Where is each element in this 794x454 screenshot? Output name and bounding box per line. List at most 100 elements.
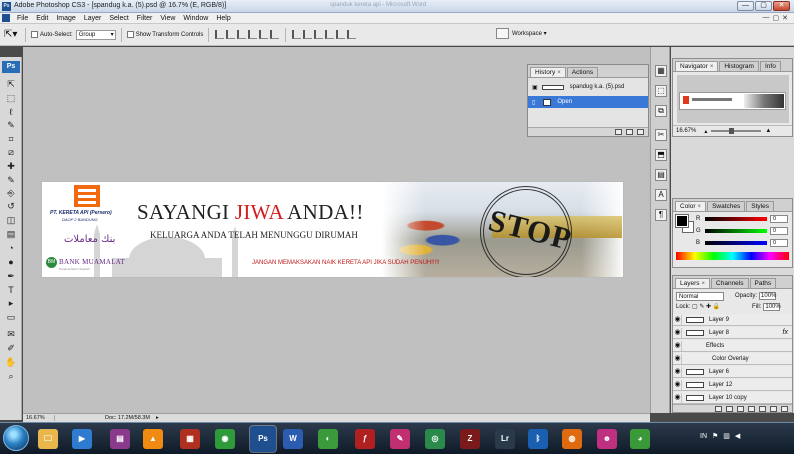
auto-select-dropdown[interactable]: Group bbox=[75, 29, 116, 40]
menu-filter[interactable]: Filter bbox=[133, 15, 157, 22]
taskbar-explorer-icon[interactable]: 🗀 bbox=[38, 429, 58, 449]
start-button[interactable] bbox=[3, 425, 29, 451]
visibility-eye-icon[interactable]: ◉ bbox=[674, 366, 682, 377]
canvas-banner[interactable]: PT. KERETA API (Persero) DAOP 2 BANDUNG … bbox=[41, 181, 624, 278]
ps-menu-icon[interactable] bbox=[2, 14, 10, 22]
blend-mode-dropdown[interactable]: Normal bbox=[676, 292, 724, 301]
panel-tool-presets-icon[interactable]: ⬚ bbox=[655, 85, 667, 97]
tab-channels[interactable]: Channels bbox=[711, 278, 749, 288]
navigator-preview[interactable] bbox=[677, 75, 789, 123]
pen-tool-icon[interactable]: ✒ bbox=[5, 271, 17, 282]
layer-row[interactable]: ◉ Layer 9 bbox=[673, 314, 792, 326]
panel-foreground-swatch[interactable] bbox=[675, 214, 689, 228]
menu-window[interactable]: Window bbox=[179, 15, 212, 22]
visibility-eye-icon[interactable]: ◉ bbox=[674, 314, 682, 325]
tab-histogram[interactable]: Histogram bbox=[719, 61, 759, 71]
ps-badge[interactable]: Ps bbox=[2, 61, 20, 73]
hand-tool-icon[interactable]: ✋ bbox=[5, 357, 17, 368]
panel-info-icon[interactable]: ▤ bbox=[655, 169, 667, 181]
new-group-icon[interactable] bbox=[759, 405, 766, 412]
add-mask-icon[interactable] bbox=[737, 405, 744, 412]
slice-tool-icon[interactable]: ⧄ bbox=[5, 147, 17, 158]
workspace-icon[interactable] bbox=[496, 28, 509, 39]
color-slider-g[interactable]: G 0 bbox=[696, 226, 791, 236]
opacity-input[interactable]: 100% bbox=[759, 292, 776, 300]
action-center-flag-icon[interactable]: ⚑ bbox=[712, 432, 718, 440]
type-tool-icon[interactable]: T bbox=[5, 285, 17, 296]
eraser-tool-icon[interactable]: ◫ bbox=[5, 215, 17, 226]
align-right-icon[interactable] bbox=[270, 30, 280, 39]
tab-info[interactable]: Info bbox=[759, 61, 781, 71]
move-tool-preset-icon[interactable]: ⇱▾ bbox=[4, 29, 20, 41]
taskbar-corel-icon[interactable]: ◐ bbox=[318, 429, 338, 449]
distribute-top-icon[interactable] bbox=[292, 30, 302, 39]
taskbar-word-icon[interactable]: W bbox=[283, 429, 303, 449]
delete-layer-icon[interactable] bbox=[781, 405, 788, 412]
visibility-eye-icon[interactable]: ◉ bbox=[674, 353, 682, 364]
taskbar-illustrator-icon[interactable]: Z bbox=[460, 429, 480, 449]
tab-paths[interactable]: Paths bbox=[749, 278, 777, 288]
quick-select-tool-icon[interactable]: ✎ bbox=[5, 120, 17, 131]
distribute-vcenter-icon[interactable] bbox=[303, 30, 313, 39]
status-zoom-field[interactable]: 16.67% bbox=[23, 415, 55, 421]
color-slider-b[interactable]: B 0 bbox=[696, 238, 791, 248]
align-vcenter-icon[interactable] bbox=[226, 30, 236, 39]
new-document-from-state-icon[interactable] bbox=[615, 129, 622, 135]
layer-effects-row[interactable]: ◉ Effects bbox=[673, 340, 792, 352]
color-slider-r[interactable]: R 0 bbox=[696, 214, 791, 224]
taskbar-camtasia-icon[interactable]: ◎ bbox=[425, 429, 445, 449]
tab-actions[interactable]: Actions bbox=[566, 67, 599, 77]
panel-brushes-icon[interactable]: ▦ bbox=[655, 65, 667, 77]
tab-swatches[interactable]: Swatches bbox=[707, 201, 746, 211]
panel-paragraph-icon[interactable]: ¶ bbox=[655, 209, 667, 221]
healing-tool-icon[interactable]: ✚ bbox=[5, 161, 17, 172]
taskbar-bluetooth-icon[interactable]: ᛒ bbox=[528, 429, 548, 449]
menu-image[interactable]: Image bbox=[52, 15, 79, 22]
status-menu-arrow[interactable]: ▸ bbox=[156, 415, 159, 421]
distribute-right-icon[interactable] bbox=[347, 30, 357, 39]
distribute-bottom-icon[interactable] bbox=[314, 30, 324, 39]
new-snapshot-icon[interactable] bbox=[626, 129, 633, 135]
zoom-slider[interactable] bbox=[711, 128, 762, 134]
doc-close-button[interactable]: ✕ bbox=[782, 14, 788, 22]
align-bottom-icon[interactable] bbox=[237, 30, 247, 39]
menu-layer[interactable]: Layer bbox=[80, 15, 106, 22]
taskbar-utility-icon[interactable]: ◉ bbox=[215, 429, 235, 449]
brush-tool-icon[interactable]: ✎ bbox=[5, 175, 17, 186]
taskbar-reader-icon[interactable]: ▦ bbox=[180, 429, 200, 449]
panel-character-icon[interactable]: A bbox=[655, 189, 667, 201]
delete-state-icon[interactable] bbox=[637, 129, 644, 135]
eyedropper-tool-icon[interactable]: ✐ bbox=[5, 343, 17, 354]
menu-help[interactable]: Help bbox=[212, 15, 234, 22]
tab-styles[interactable]: Styles bbox=[746, 201, 774, 211]
move-tool-icon[interactable]: ⇱ bbox=[5, 79, 17, 90]
link-layers-icon[interactable] bbox=[715, 405, 722, 412]
doc-minimize-button[interactable]: — bbox=[763, 14, 770, 22]
taskbar-media-player-icon[interactable]: ▶ bbox=[72, 429, 92, 449]
layer-style-icon[interactable] bbox=[726, 405, 733, 412]
taskbar-lightroom-icon[interactable]: Lr bbox=[495, 429, 515, 449]
lasso-tool-icon[interactable]: ℓ bbox=[5, 107, 17, 118]
show-transform-checkbox[interactable] bbox=[126, 31, 134, 38]
taskbar-chrome-icon[interactable]: ◕ bbox=[630, 429, 650, 449]
tab-navigator[interactable]: Navigator × bbox=[675, 61, 719, 71]
zoom-out-icon[interactable]: ▴ bbox=[704, 128, 707, 135]
color-spectrum-ramp[interactable] bbox=[676, 252, 789, 260]
visibility-eye-icon[interactable]: ◉ bbox=[674, 340, 682, 351]
gradient-tool-icon[interactable]: ▤ bbox=[5, 229, 17, 240]
tab-history[interactable]: History × bbox=[530, 67, 566, 77]
layer-fx-icon[interactable]: fx bbox=[783, 329, 788, 336]
language-indicator[interactable]: IN bbox=[700, 433, 707, 440]
crop-tool-icon[interactable]: ⌗ bbox=[5, 134, 17, 145]
history-snapshot[interactable]: ▣ spandug k.a. (5).psd bbox=[528, 81, 648, 93]
tab-layers[interactable]: Layers × bbox=[675, 278, 711, 288]
history-brush-tool-icon[interactable]: ↺ bbox=[5, 201, 17, 212]
auto-select-checkbox[interactable] bbox=[31, 31, 38, 38]
shape-tool-icon[interactable]: ▭ bbox=[5, 312, 17, 323]
layer-row[interactable]: ◉ Layer 10 copy bbox=[673, 392, 792, 404]
new-layer-icon[interactable] bbox=[770, 405, 777, 412]
tab-color[interactable]: Color × bbox=[675, 201, 707, 211]
navigator-zoom-value[interactable]: 16.67% bbox=[676, 128, 696, 134]
close-button[interactable]: ✕ bbox=[773, 1, 790, 11]
workspace-menu[interactable]: Workspace ▾ bbox=[512, 30, 547, 37]
